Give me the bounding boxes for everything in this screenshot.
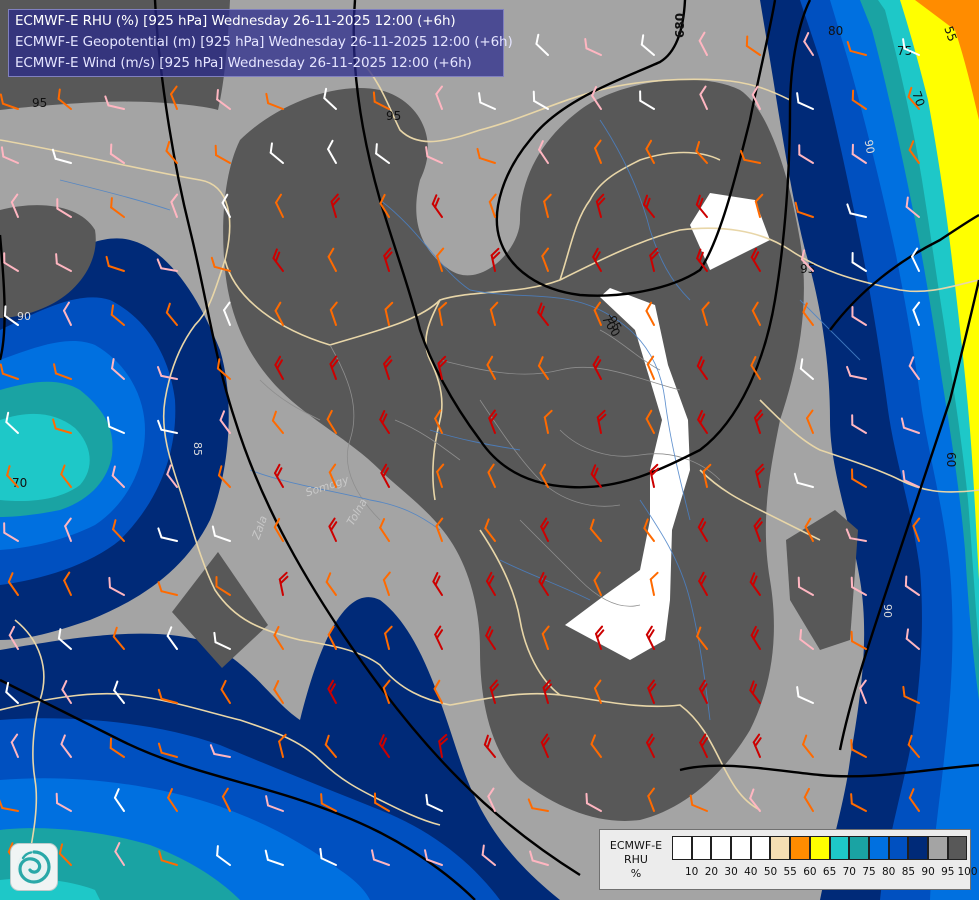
logo-swirl-icon bbox=[17, 850, 51, 884]
legend-title: ECMWF-E RHU % bbox=[604, 839, 668, 881]
contour-label: 80 bbox=[828, 24, 843, 38]
legend-tick-label: 40 bbox=[744, 866, 758, 878]
legend-tick-label: 100 bbox=[957, 866, 978, 878]
legend-swatch bbox=[672, 836, 692, 860]
legend-title-variable: RHU bbox=[624, 853, 648, 866]
rhu-map: 95 95 90 90 90 85 80 75 55 70 70 60 95 9… bbox=[0, 0, 979, 900]
legend-swatch bbox=[790, 836, 810, 860]
legend-swatch bbox=[750, 836, 771, 860]
contour-label: 60 bbox=[944, 452, 958, 467]
legend-swatch bbox=[829, 836, 850, 860]
legend-tick-label: 90 bbox=[921, 866, 935, 878]
legend-swatch bbox=[770, 836, 791, 860]
ecmwf-logo bbox=[10, 843, 58, 891]
legend-tick-label: 65 bbox=[822, 866, 837, 878]
legend-tick-label: 20 bbox=[704, 866, 719, 878]
legend-tick-label: 95 bbox=[941, 866, 955, 878]
legend-swatch bbox=[947, 836, 968, 860]
legend-tick-label: 50 bbox=[763, 866, 778, 878]
legend-title-unit: % bbox=[630, 867, 642, 880]
legend-swatch bbox=[888, 836, 909, 860]
header-wind-title: ECMWF-E Wind (m/s) [925 hPa] Wednesday 2… bbox=[15, 55, 472, 71]
legend-swatch bbox=[908, 836, 928, 860]
legend-swatch bbox=[711, 836, 732, 860]
contour-label: 90 bbox=[862, 139, 877, 155]
contour-label: 90 bbox=[881, 604, 894, 618]
map-header: ECMWF-E RHU (%) [925 hPa] Wednesday 26-1… bbox=[8, 9, 513, 77]
map-viewer: 95 95 90 90 90 85 80 75 55 70 70 60 95 9… bbox=[0, 0, 979, 900]
contour-label: 95 bbox=[32, 96, 47, 110]
rhu-legend: ECMWF-E RHU % 10 20 30 40 50 55 60 65 70 75 80 85 90… bbox=[599, 829, 978, 890]
legend-swatch bbox=[927, 836, 948, 860]
legend-swatch bbox=[809, 836, 830, 860]
legend-tick-label: 30 bbox=[724, 866, 738, 878]
header-rhu-title: ECMWF-E RHU (%) [925 hPa] Wednesday 26-1… bbox=[15, 13, 456, 29]
contour-label: 90 bbox=[17, 310, 31, 323]
legend-swatch bbox=[731, 836, 751, 860]
geopotential-label: 680 bbox=[673, 13, 687, 38]
legend-swatch bbox=[691, 836, 712, 860]
legend-swatches bbox=[672, 836, 968, 860]
contour-label: 85 bbox=[191, 442, 204, 456]
legend-tick-label: 55 bbox=[783, 866, 797, 878]
legend-ticks: 10 20 30 40 50 55 60 65 70 75 80 85 90 95 100 bbox=[672, 866, 978, 880]
legend-tick-label: 80 bbox=[882, 866, 896, 878]
legend-tick-label: 60 bbox=[803, 866, 817, 878]
legend-swatch bbox=[868, 836, 889, 860]
legend-tick-label: 85 bbox=[901, 866, 916, 878]
legend-tick-label: 70 bbox=[842, 866, 856, 878]
contour-label: 95 bbox=[386, 109, 401, 123]
header-geopotential-title: ECMWF-E Geopotential (m) [925 hPa] Wedne… bbox=[15, 34, 513, 50]
legend-title-model: ECMWF-E bbox=[609, 839, 663, 852]
legend-tick-label: 10 bbox=[685, 866, 699, 878]
legend-swatch bbox=[849, 836, 869, 860]
legend-tick-label: 75 bbox=[862, 866, 876, 878]
